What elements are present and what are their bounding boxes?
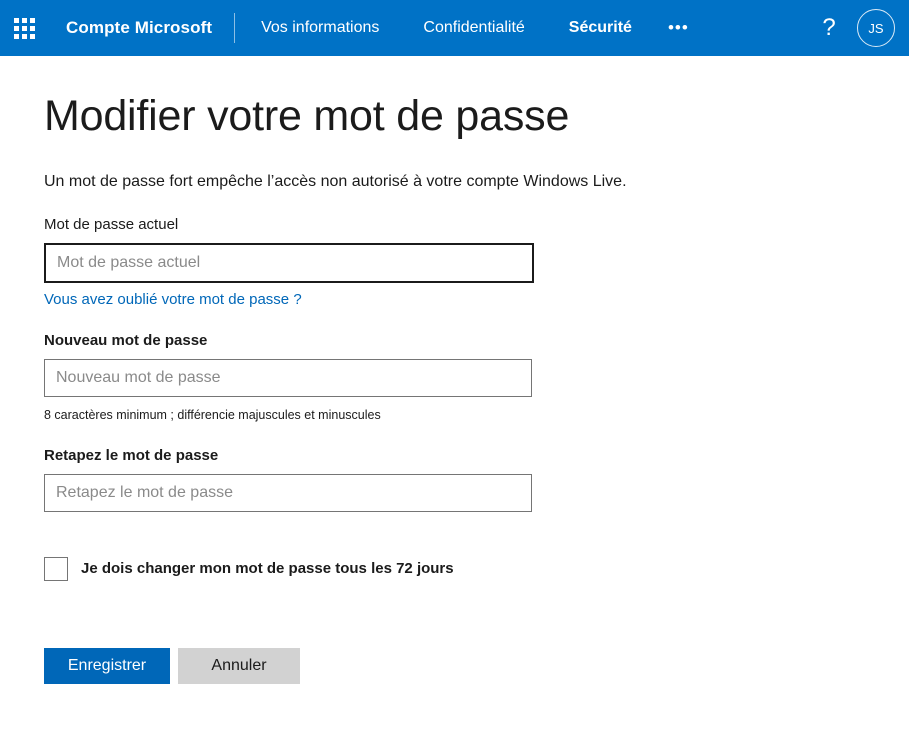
form-actions: Enregistrer Annuler (44, 647, 909, 684)
new-password-field-block: Nouveau mot de passe 8 caractères minimu… (44, 332, 909, 423)
current-password-label: Mot de passe actuel (44, 215, 179, 233)
cancel-button[interactable]: Annuler (178, 647, 300, 684)
new-password-input[interactable] (44, 359, 532, 398)
retype-password-label: Retapez le mot de passe (44, 446, 219, 464)
retype-password-field-block: Retapez le mot de passe (44, 447, 909, 512)
nav-overflow-ellipsis-icon[interactable]: ••• (654, 0, 703, 56)
save-button[interactable]: Enregistrer (44, 647, 170, 684)
forgot-password-link[interactable]: Vous avez oublié votre mot de passe ? (44, 291, 302, 310)
top-navigation-bar: Compte Microsoft Vos informations Confid… (0, 0, 909, 56)
nav-item-confidentialite[interactable]: Confidentialité (401, 0, 546, 56)
header-nav: Vos informations Confidentialité Sécurit… (235, 0, 703, 56)
waffle-icon (13, 17, 35, 39)
current-password-input[interactable] (44, 242, 534, 283)
password-expiry-checkbox[interactable] (44, 556, 68, 581)
new-password-label: Nouveau mot de passe (44, 332, 208, 350)
avatar[interactable]: JS (857, 9, 895, 47)
nav-item-securite[interactable]: Sécurité (547, 0, 654, 56)
help-icon[interactable]: ? (809, 0, 849, 56)
current-password-field-block: Mot de passe actuel Vous avez oublié vot… (44, 216, 909, 310)
password-expiry-checkbox-row[interactable]: Je dois changer mon mot de passe tous le… (44, 556, 454, 581)
new-password-hint: 8 caractères minimum ; différencie majus… (44, 408, 381, 423)
brand-title[interactable]: Compte Microsoft (48, 18, 234, 38)
nav-item-vos-informations[interactable]: Vos informations (235, 0, 401, 56)
main-content: Modifier votre mot de passe Un mot de pa… (0, 56, 909, 684)
app-launcher-button[interactable] (0, 0, 48, 56)
password-expiry-checkbox-label: Je dois changer mon mot de passe tous le… (81, 559, 454, 577)
retype-password-input[interactable] (44, 473, 532, 512)
intro-text: Un mot de passe fort empêche l’accès non… (44, 172, 627, 190)
page-title: Modifier votre mot de passe (44, 92, 570, 140)
